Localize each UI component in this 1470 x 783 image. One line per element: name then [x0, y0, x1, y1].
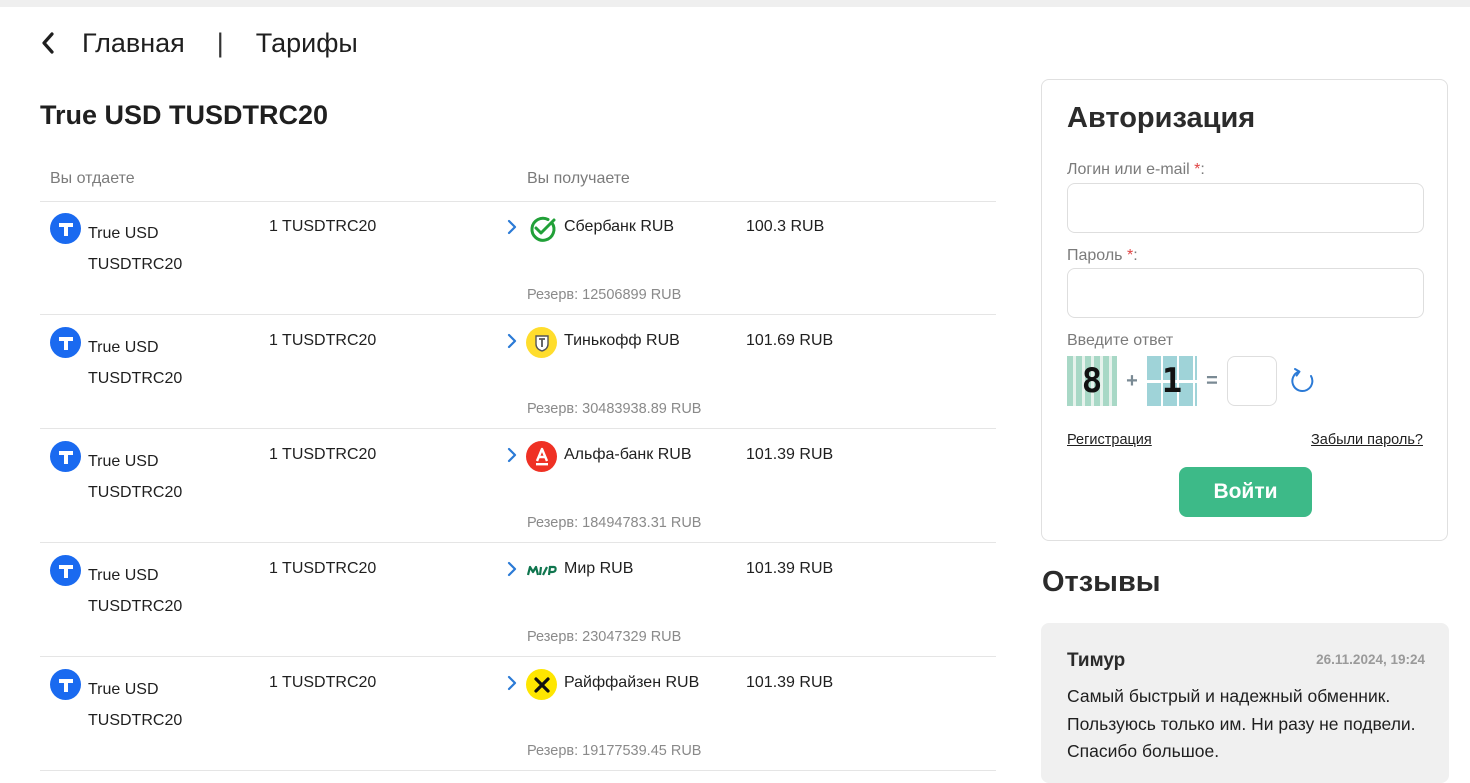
- table-row[interactable]: True USD TUSDTRC20 1 TUSDTRC20 Райффайзе…: [40, 657, 996, 771]
- captcha-label: Введите ответ: [1067, 332, 1174, 349]
- from-amount: 1 TUSDTRC20: [269, 218, 377, 235]
- password-field[interactable]: [1067, 268, 1424, 318]
- register-link[interactable]: Регистрация: [1067, 432, 1152, 448]
- captcha-image-first: 8: [1067, 356, 1117, 406]
- to-amount: 101.69 RUB: [746, 332, 834, 349]
- page-title: True USD TUSDTRC20: [40, 100, 329, 130]
- to-amount: 100.3 RUB: [746, 218, 825, 235]
- arrow-right-icon: [506, 218, 518, 236]
- to-amount: 101.39 RUB: [746, 674, 834, 691]
- breadcrumb: Главная | Тарифы: [36, 26, 358, 60]
- trueusd-coin-icon: [50, 441, 81, 472]
- breadcrumb-home-link[interactable]: Главная: [82, 28, 185, 59]
- from-currency-name: True USD TUSDTRC20: [88, 453, 183, 501]
- trueusd-coin-icon: [50, 213, 81, 244]
- table-header: Вы отдаете Вы получаете: [40, 168, 996, 202]
- from-currency-name: True USD TUSDTRC20: [88, 681, 183, 729]
- table-row[interactable]: True USD TUSDTRC20 1 TUSDTRC20 Альфа-бан…: [40, 429, 996, 543]
- to-currency-name: Райффайзен RUB: [564, 674, 700, 691]
- tinkoff-icon: [526, 327, 557, 358]
- auth-title: Авторизация: [1067, 102, 1256, 134]
- reviews-title: Отзывы: [1042, 566, 1161, 598]
- trueusd-coin-icon: [50, 327, 81, 358]
- login-field[interactable]: [1067, 183, 1424, 233]
- from-amount: 1 TUSDTRC20: [269, 560, 377, 577]
- refresh-icon[interactable]: [1289, 367, 1317, 395]
- breadcrumb-current[interactable]: Тарифы: [256, 28, 358, 59]
- alfa-bank-icon: [526, 441, 557, 472]
- reserve-amount: Резерв: 30483938.89 RUB: [527, 401, 702, 417]
- from-currency-name: True USD TUSDTRC20: [88, 225, 183, 273]
- to-amount: 101.39 RUB: [746, 560, 834, 577]
- rates-table: True USD TUSDTRC20 1 TUSDTRC20 Сбербанк …: [40, 201, 996, 771]
- arrow-right-icon: [506, 560, 518, 578]
- sberbank-icon: [526, 213, 557, 244]
- from-amount: 1 TUSDTRC20: [269, 674, 377, 691]
- captcha: 8 + 1 =: [1067, 356, 1317, 406]
- captcha-plus: +: [1126, 369, 1138, 392]
- reserve-amount: Резерв: 23047329 RUB: [527, 629, 682, 645]
- arrow-right-icon: [506, 332, 518, 350]
- to-currency-name: Сбербанк RUB: [564, 218, 675, 235]
- column-get-header: Вы получаете: [527, 170, 630, 187]
- captcha-image-second: 1: [1147, 356, 1197, 406]
- arrow-right-icon: [506, 446, 518, 464]
- captcha-equals: =: [1206, 369, 1218, 392]
- review-text: Самый быстрый и надежный обменник. Польз…: [1067, 686, 1416, 761]
- mir-icon: [526, 555, 557, 586]
- to-currency-name: Альфа-банк RUB: [564, 446, 692, 463]
- table-row[interactable]: True USD TUSDTRC20 1 TUSDTRC20 Сбербанк …: [40, 201, 996, 315]
- breadcrumb-separator: |: [216, 27, 224, 58]
- reserve-amount: Резерв: 12506899 RUB: [527, 287, 682, 303]
- login-button[interactable]: Войти: [1179, 467, 1312, 517]
- to-amount: 101.39 RUB: [746, 446, 834, 463]
- trueusd-coin-icon: [50, 669, 81, 700]
- trueusd-coin-icon: [50, 555, 81, 586]
- captcha-answer-input[interactable]: [1227, 356, 1277, 406]
- review-card: Тимур 26.11.2024, 19:24 Самый быстрый и …: [1041, 623, 1449, 783]
- table-row[interactable]: True USD TUSDTRC20 1 TUSDTRC20 Тинькофф …: [40, 315, 996, 429]
- column-give-header: Вы отдаете: [50, 170, 135, 187]
- review-author: Тимур: [1067, 650, 1126, 671]
- raiffeisen-icon: [526, 669, 557, 700]
- review-date: 26.11.2024, 19:24: [1316, 652, 1425, 667]
- table-row[interactable]: True USD TUSDTRC20 1 TUSDTRC20 Мир RUB 1…: [40, 543, 996, 657]
- to-currency-name: Мир RUB: [564, 560, 634, 577]
- auth-panel: Авторизация Логин или e-mail *: Пароль *…: [1041, 79, 1448, 541]
- reserve-amount: Резерв: 19177539.45 RUB: [527, 743, 702, 759]
- from-amount: 1 TUSDTRC20: [269, 446, 377, 463]
- from-currency-name: True USD TUSDTRC20: [88, 339, 183, 387]
- from-currency-name: True USD TUSDTRC20: [88, 567, 183, 615]
- forgot-password-link[interactable]: Забыли пароль?: [1311, 432, 1423, 448]
- top-strip: [0, 0, 1470, 7]
- from-amount: 1 TUSDTRC20: [269, 332, 377, 349]
- login-label: Логин или e-mail *:: [1067, 161, 1205, 178]
- password-label: Пароль *:: [1067, 247, 1138, 264]
- arrow-right-icon: [506, 674, 518, 692]
- reserve-amount: Резерв: 18494783.31 RUB: [527, 515, 702, 531]
- back-chevron-icon[interactable]: [36, 31, 60, 55]
- to-currency-name: Тинькофф RUB: [564, 332, 680, 349]
